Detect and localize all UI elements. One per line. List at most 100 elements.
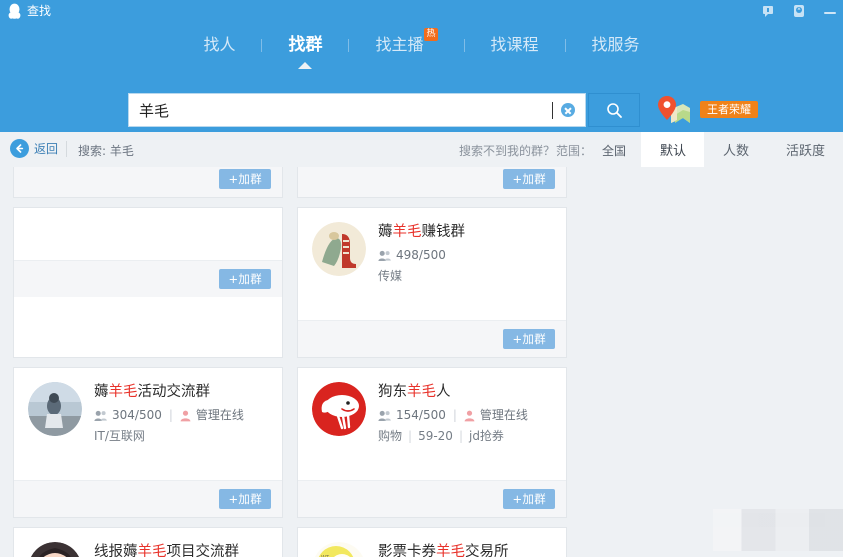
group-tag[interactable]: 59-20	[418, 429, 453, 443]
group-card-info: 薅羊毛赚钱群 498/500 传媒	[378, 222, 554, 320]
group-name-prefix: 影票卡券	[378, 544, 436, 557]
group-card-body: 薅羊毛活动交流群 304/500 | 管理在线 IT/互联网	[14, 368, 282, 480]
searched-query-text: 搜索: 羊毛	[78, 144, 134, 158]
group-tag[interactable]: IT/互联网	[94, 429, 145, 443]
meta-separator: |	[168, 408, 173, 422]
search-button[interactable]	[588, 93, 640, 127]
main-nav: 找人 找群 找主播热 找课程 找服务	[0, 22, 843, 69]
member-count: 498/500	[396, 248, 446, 262]
nav-item-find-service[interactable]: 找服务	[566, 22, 666, 68]
group-tags: IT/互联网	[94, 428, 270, 444]
group-card-info: 线报薅羊毛项目交流群 488/1000| 管理在线 IT/互联网|小游戏|线报|…	[94, 542, 270, 557]
group-tags: 传媒	[378, 268, 554, 284]
group-name-highlight: 羊毛	[137, 544, 167, 557]
group-card-info: 薅羊毛活动交流群 304/500 | 管理在线 IT/互联网	[94, 382, 270, 480]
avatar[interactable]	[28, 382, 82, 436]
group-card-footer: +加群	[298, 480, 566, 517]
sort-tab-activity[interactable]: 活跃度	[767, 132, 843, 167]
nav-item-find-group[interactable]: 找群	[262, 22, 348, 69]
sort-tab-default[interactable]: 默认	[640, 132, 704, 167]
avatar[interactable]	[312, 382, 366, 436]
results-scroll-area[interactable]: +加群 +加群 +加群 薅羊毛赚钱群 498/500 传媒 +加群 薅羊毛活动交…	[0, 167, 843, 557]
group-name-suffix: 项目交流群	[166, 544, 240, 557]
group-card-info: 影票卡券羊毛交易所 777/2000| 管理在线 行业交流|电影票|收羊毛|卡券…	[378, 542, 554, 557]
cant-find-my-group-link[interactable]: 搜索不到我的群？	[459, 142, 555, 159]
join-group-button[interactable]: +加群	[503, 489, 555, 509]
group-name[interactable]: 薅羊毛赚钱群	[378, 223, 554, 242]
group-card[interactable]: 薅羊毛活动交流群 304/500 | 管理在线 IT/互联网 +加群	[13, 367, 283, 518]
nav-item-find-course[interactable]: 找课程	[465, 22, 565, 68]
admin-online-icon	[180, 410, 191, 421]
qq-find-group-window: 查找 找人 找群 找主播热 找课程 找服务 羊毛 王者荣耀 返回 搜索: 羊毛 …	[0, 0, 843, 557]
join-group-button[interactable]: +加群	[503, 169, 555, 189]
blue-header: 找人 找群 找主播热 找课程 找服务 羊毛 王者荣耀	[0, 22, 843, 132]
group-card-footer: +加群	[298, 167, 566, 197]
baby-photo-avatar	[28, 542, 82, 557]
tag-separator: |	[408, 429, 413, 443]
app-brand: 查找	[8, 2, 51, 20]
group-card-body: 1000 线报薅羊毛项目交流群 488/1000| 管理在线 IT/互联网|小游…	[14, 528, 282, 557]
avatar[interactable]: 1000	[28, 542, 82, 557]
group-card-partial[interactable]: +加群	[13, 167, 283, 198]
promo-tag-honor-of-kings[interactable]: 王者荣耀	[700, 101, 758, 118]
meta-separator: |	[452, 408, 457, 422]
group-card-partial[interactable]: +加群	[297, 167, 567, 198]
group-name[interactable]: 影票卡券羊毛交易所	[378, 543, 554, 557]
group-tag[interactable]: jd抢券	[469, 429, 504, 443]
group-card-body: 狗东羊毛人 154/500 | 管理在线 购物 | 59-20 | jd抢券	[298, 368, 566, 480]
window-controls	[761, 0, 837, 22]
avatar[interactable]	[312, 222, 366, 276]
title-bar: 查找	[0, 0, 843, 22]
group-tag[interactable]: 购物	[378, 429, 402, 443]
group-name-highlight: 羊毛	[392, 224, 422, 240]
group-meta: 304/500 | 管理在线	[94, 408, 270, 423]
boot-illustration-avatar	[312, 222, 366, 276]
join-group-button[interactable]: +加群	[219, 169, 271, 189]
members-icon	[378, 410, 391, 421]
feedback-icon[interactable]	[761, 4, 775, 18]
search-input[interactable]	[129, 95, 560, 125]
group-name[interactable]: 线报薅羊毛项目交流群	[94, 543, 270, 557]
group-tag[interactable]: 传媒	[378, 269, 402, 283]
group-card-body	[14, 208, 282, 260]
group-name-suffix: 交易所	[465, 544, 509, 557]
clear-icon[interactable]	[561, 103, 575, 117]
join-group-button[interactable]: +加群	[219, 489, 271, 509]
group-name-suffix: 活动交流群	[137, 384, 211, 400]
group-name-suffix: 赚钱群	[421, 224, 466, 240]
text-cursor	[552, 101, 553, 119]
back-button[interactable]: 返回	[10, 139, 58, 158]
group-card[interactable]: 薅羊毛赚钱群 498/500 传媒 +加群	[297, 207, 567, 358]
group-name[interactable]: 狗东羊毛人	[378, 383, 554, 402]
group-card-footer: +加群	[14, 167, 282, 197]
sort-tab-member-count[interactable]: 人数	[704, 132, 767, 167]
scope-value[interactable]: 全国	[602, 142, 626, 159]
group-card-partial[interactable]: +加群	[13, 207, 283, 358]
search-row: 王者荣耀	[0, 70, 843, 132]
nav-item-find-anchor[interactable]: 找主播热	[349, 22, 463, 68]
sort-tabs: 默认 人数 活跃度	[640, 132, 843, 167]
nav-label: 找人	[203, 35, 236, 54]
group-card-body: WT 2000 影票卡券羊毛交易所 777/2000| 管理在线 行业交流|电影…	[298, 528, 566, 557]
group-meta: 154/500 | 管理在线	[378, 408, 554, 423]
refresh-icon[interactable]	[792, 4, 806, 18]
admin-online-label: 管理在线	[195, 408, 244, 422]
group-card[interactable]: 1000 线报薅羊毛项目交流群 488/1000| 管理在线 IT/互联网|小游…	[13, 527, 283, 557]
avatar[interactable]: WT 2000	[312, 542, 366, 557]
join-group-button[interactable]: +加群	[503, 329, 555, 349]
admin-online-icon	[464, 410, 475, 421]
join-group-button[interactable]: +加群	[219, 269, 271, 289]
group-card[interactable]: 狗东羊毛人 154/500 | 管理在线 购物 | 59-20 | jd抢券 +加群	[297, 367, 567, 518]
group-card[interactable]: WT 2000 影票卡券羊毛交易所 777/2000| 管理在线 行业交流|电影…	[297, 527, 567, 557]
nav-item-find-people[interactable]: 找人	[177, 22, 261, 68]
sort-tab-label: 活跃度	[785, 144, 825, 159]
filter-bar: 返回 搜索: 羊毛 搜索不到我的群？ 范围： 全国 默认 人数 活跃度	[0, 132, 843, 168]
group-name-highlight: 羊毛	[108, 384, 138, 400]
members-icon	[94, 410, 107, 421]
group-meta: 498/500	[378, 248, 554, 263]
search-box[interactable]	[128, 93, 586, 127]
location-pin-icon[interactable]	[657, 96, 691, 126]
member-count: 304/500	[112, 408, 162, 422]
group-name[interactable]: 薅羊毛活动交流群	[94, 383, 270, 402]
minimize-button[interactable]	[823, 4, 837, 18]
